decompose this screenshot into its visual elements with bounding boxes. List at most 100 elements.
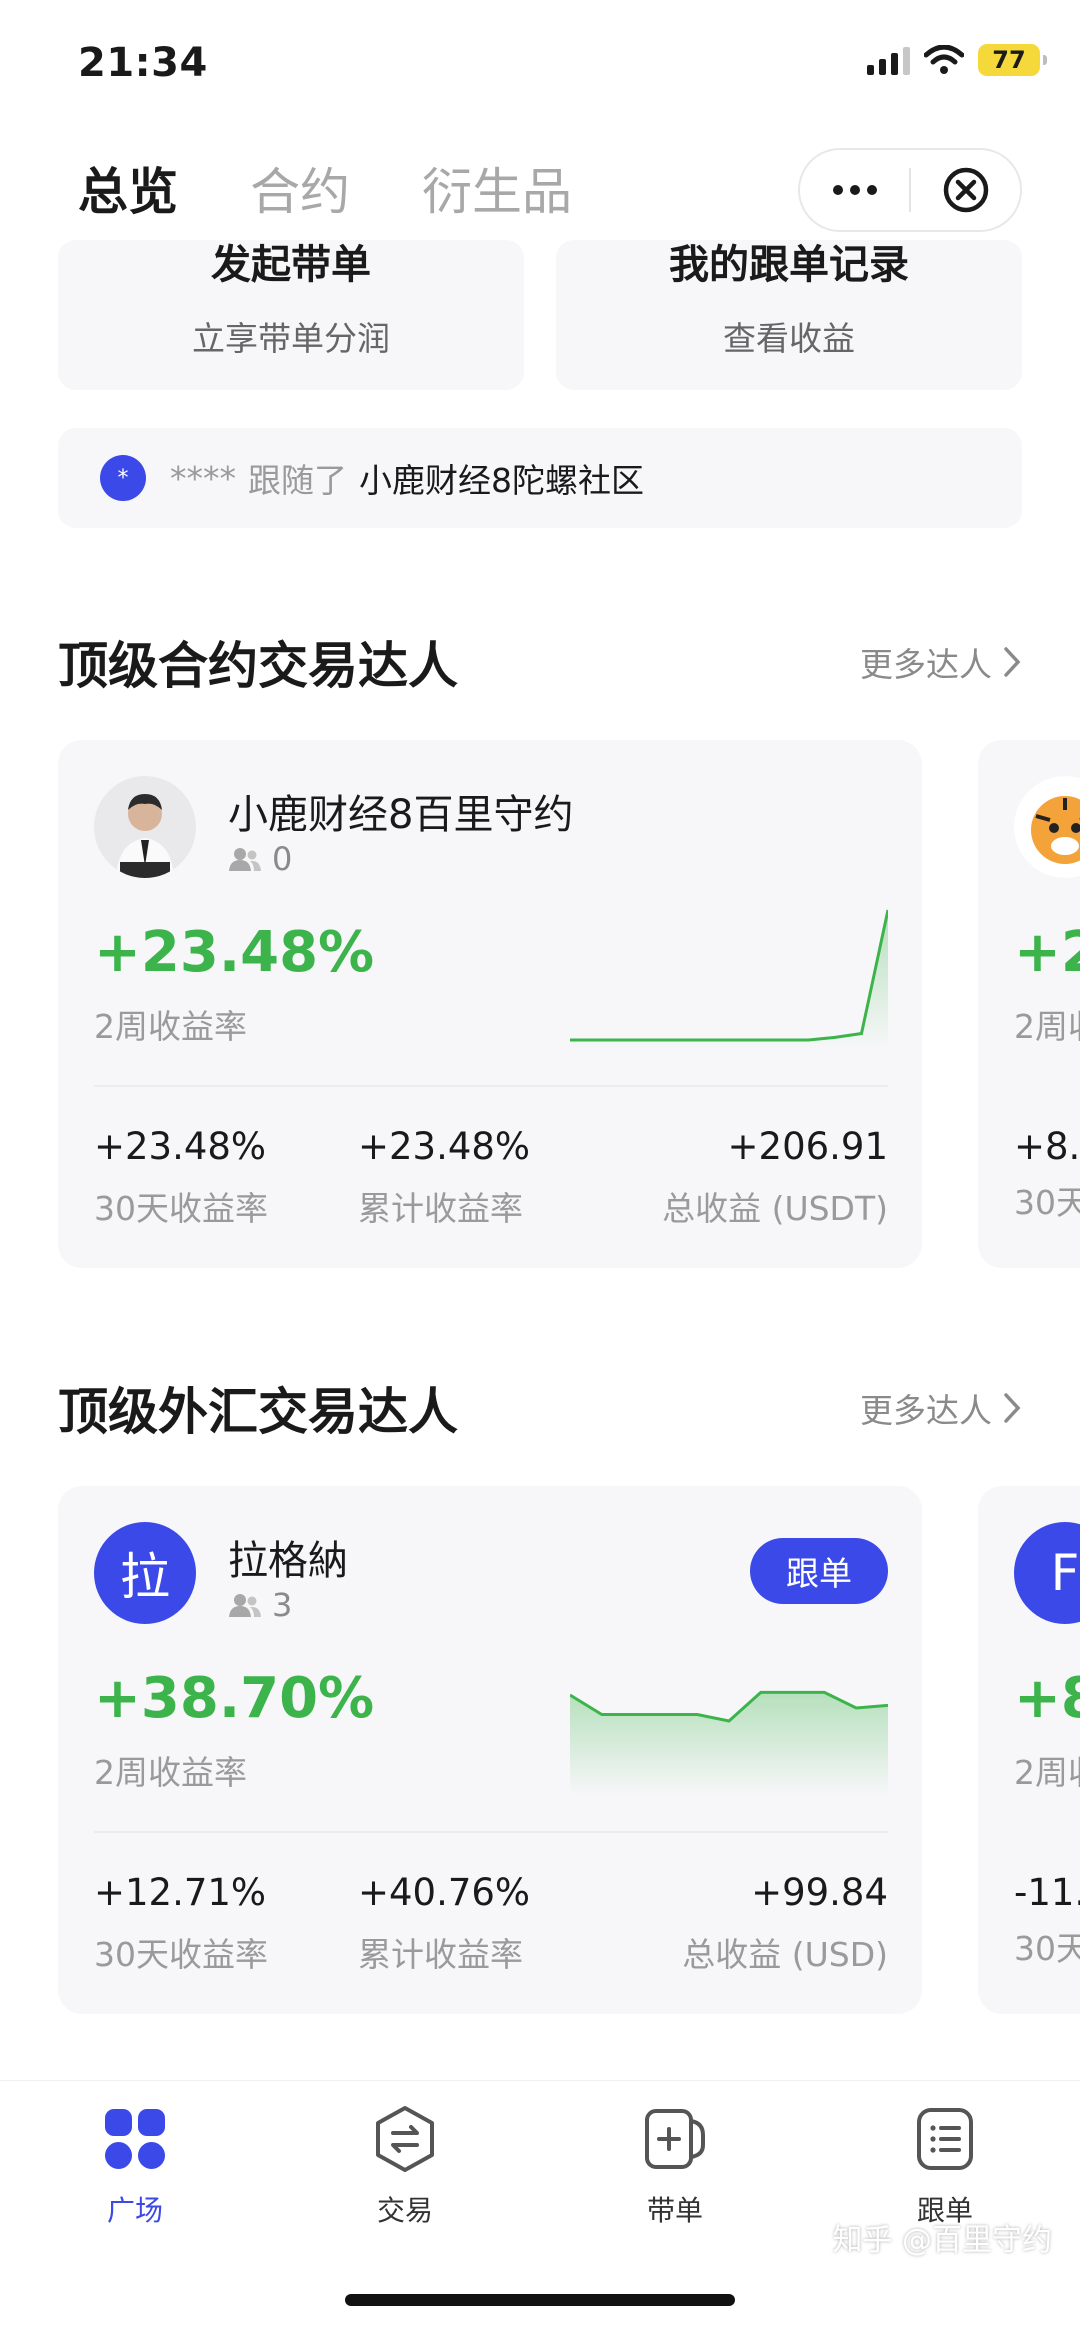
signal-icon (867, 45, 910, 75)
follower-count: 0 (228, 840, 292, 878)
chevron-right-icon (1004, 1393, 1021, 1423)
stat-30d: +23.48% 30天收益率 (94, 1125, 268, 1230)
nav-follow[interactable]: 跟单 (865, 2105, 1025, 2229)
two-week-return: +38.70% (94, 1666, 375, 1731)
peek-return-label: 2周收 (1014, 1753, 1080, 1792)
nav-trade[interactable]: 交易 (325, 2105, 485, 2229)
mini-program-capsule (798, 148, 1022, 232)
ticker-action: 跟随了 (248, 461, 347, 500)
follower-count: 3 (228, 1586, 292, 1624)
peek-stat-label: 30天 (1014, 1183, 1080, 1222)
more-traders-link[interactable]: 更多达人 (860, 1384, 1022, 1432)
follow-button[interactable]: 跟单 (750, 1538, 888, 1604)
peek-return: +2 (1014, 920, 1080, 985)
stat-30d-value: +23.48% (94, 1125, 267, 1168)
tab-contract[interactable]: 合约 (250, 152, 350, 224)
ticker-target: 小鹿财经8陀螺社区 (359, 461, 644, 500)
nav-trade-label: 交易 (376, 2194, 433, 2227)
card-divider (94, 1831, 888, 1833)
peek-stat-value: +8.1 (1014, 1125, 1080, 1168)
avatar: 拉 (94, 1522, 196, 1624)
stat-cumulative: +23.48% 累计收益率 (358, 1125, 530, 1230)
users-icon (229, 848, 261, 871)
section-title-contract: 顶级合约交易达人 (58, 637, 458, 695)
nav-square-label: 广场 (106, 2194, 163, 2227)
wifi-icon (924, 45, 964, 74)
return-sparkline (570, 909, 888, 1050)
follower-count-value: 0 (272, 840, 293, 878)
stat-total: +206.91 总收益 (USDT) (662, 1125, 888, 1230)
more-dots-icon (832, 185, 877, 195)
sparkline-line (570, 909, 888, 1042)
trader-card-peek[interactable]: +2 2周收 +8.1 30天 (978, 740, 1080, 1268)
status-time: 21:34 (78, 40, 208, 86)
home-indicator[interactable] (345, 2294, 735, 2306)
chevron-right-icon (1004, 647, 1021, 677)
ticker-avatar: * (100, 455, 146, 501)
tiger-avatar (1014, 776, 1080, 878)
stat-30d-label: 30天收益率 (94, 1935, 268, 1974)
peek-stat-label: 30天 (1014, 1929, 1080, 1968)
list-icon (917, 2108, 973, 2170)
stat-cumulative-label: 累计收益率 (358, 1189, 523, 1228)
peek-avatar: F (1014, 1522, 1080, 1624)
nav-square[interactable]: 广场 (55, 2105, 215, 2229)
two-week-return-label: 2周收益率 (94, 1753, 247, 1792)
peek-return-label: 2周收 (1014, 1007, 1080, 1046)
return-sparkline (570, 1690, 888, 1796)
status-icons: 77 (867, 44, 1047, 76)
two-week-return-label: 2周收益率 (94, 1007, 247, 1046)
avatar (94, 776, 196, 878)
close-icon (943, 167, 988, 213)
stat-cumulative-label: 累计收益率 (358, 1935, 523, 1974)
stat-total-label: 总收益 (USD) (682, 1935, 888, 1974)
more-traders-link[interactable]: 更多达人 (860, 638, 1022, 686)
close-button[interactable] (911, 150, 1020, 230)
stat-total-value: +99.84 (751, 1871, 888, 1914)
peek-stat-value: -11. (1014, 1871, 1080, 1914)
stat-total: +99.84 总收益 (USD) (682, 1871, 888, 1976)
start-leading-card[interactable]: 发起带单 立享带单分润 (58, 240, 524, 390)
trader-name: 拉格納 (228, 1538, 348, 1584)
trader-card-peek[interactable]: F +8 2周收 -11. 30天 (978, 1486, 1080, 2014)
nav-lead-label: 带单 (646, 2194, 703, 2227)
stat-cumulative-value: +23.48% (358, 1125, 531, 1168)
lead-icon (645, 2109, 705, 2169)
sparkline-area (570, 1692, 888, 1796)
stat-total-value: +206.91 (727, 1125, 888, 1168)
swap-icon (376, 2106, 434, 2172)
watermark: 知乎 @百里守约 (832, 2223, 1052, 2258)
more-traders-label: 更多达人 (860, 645, 992, 684)
start-leading-subtitle: 立享带单分润 (192, 319, 390, 358)
battery-icon: 77 (978, 44, 1047, 76)
more-traders-label: 更多达人 (860, 1391, 992, 1430)
follow-ticker: * **** 跟随了 小鹿财经8陀螺社区 (58, 428, 1022, 528)
more-button[interactable] (800, 150, 909, 230)
my-follow-records-subtitle: 查看收益 (723, 319, 855, 358)
nav-lead[interactable]: 带单 (595, 2105, 755, 2229)
trader-card[interactable]: 拉 拉格納 3 跟单 +38.70% 2周收益率 +12.71% 30天收益率 … (58, 1486, 922, 2014)
section-title-forex: 顶级外汇交易达人 (58, 1383, 458, 1441)
ticker-user: **** (170, 458, 236, 498)
trader-name: 小鹿财经8百里守约 (228, 792, 574, 838)
stat-cumulative: +40.76% 累计收益率 (358, 1871, 530, 1976)
start-leading-title: 发起带单 (211, 242, 371, 288)
grid-icon (105, 2109, 165, 2169)
two-week-return: +23.48% (94, 920, 375, 985)
my-follow-records-title: 我的跟单记录 (669, 242, 909, 288)
tab-derivatives[interactable]: 衍生品 (422, 152, 572, 224)
stat-30d-value: +12.71% (94, 1871, 267, 1914)
stat-cumulative-value: +40.76% (358, 1871, 531, 1914)
sparkline-area (570, 910, 888, 1050)
stat-30d: +12.71% 30天收益率 (94, 1871, 268, 1976)
card-divider (94, 1085, 888, 1087)
tab-overview[interactable]: 总览 (78, 152, 178, 224)
trader-card[interactable]: 小鹿财经8百里守约 0 +23.48% 2周收益率 +23.48% 30天收益率… (58, 740, 922, 1268)
follower-count-value: 3 (272, 1586, 293, 1624)
peek-return: +8 (1014, 1666, 1080, 1731)
stat-total-label: 总收益 (USDT) (662, 1189, 888, 1228)
top-tabs: 总览 合约 衍生品 (78, 152, 572, 224)
my-follow-records-card[interactable]: 我的跟单记录 查看收益 (556, 240, 1022, 390)
users-icon (229, 1594, 261, 1617)
stat-30d-label: 30天收益率 (94, 1189, 268, 1228)
